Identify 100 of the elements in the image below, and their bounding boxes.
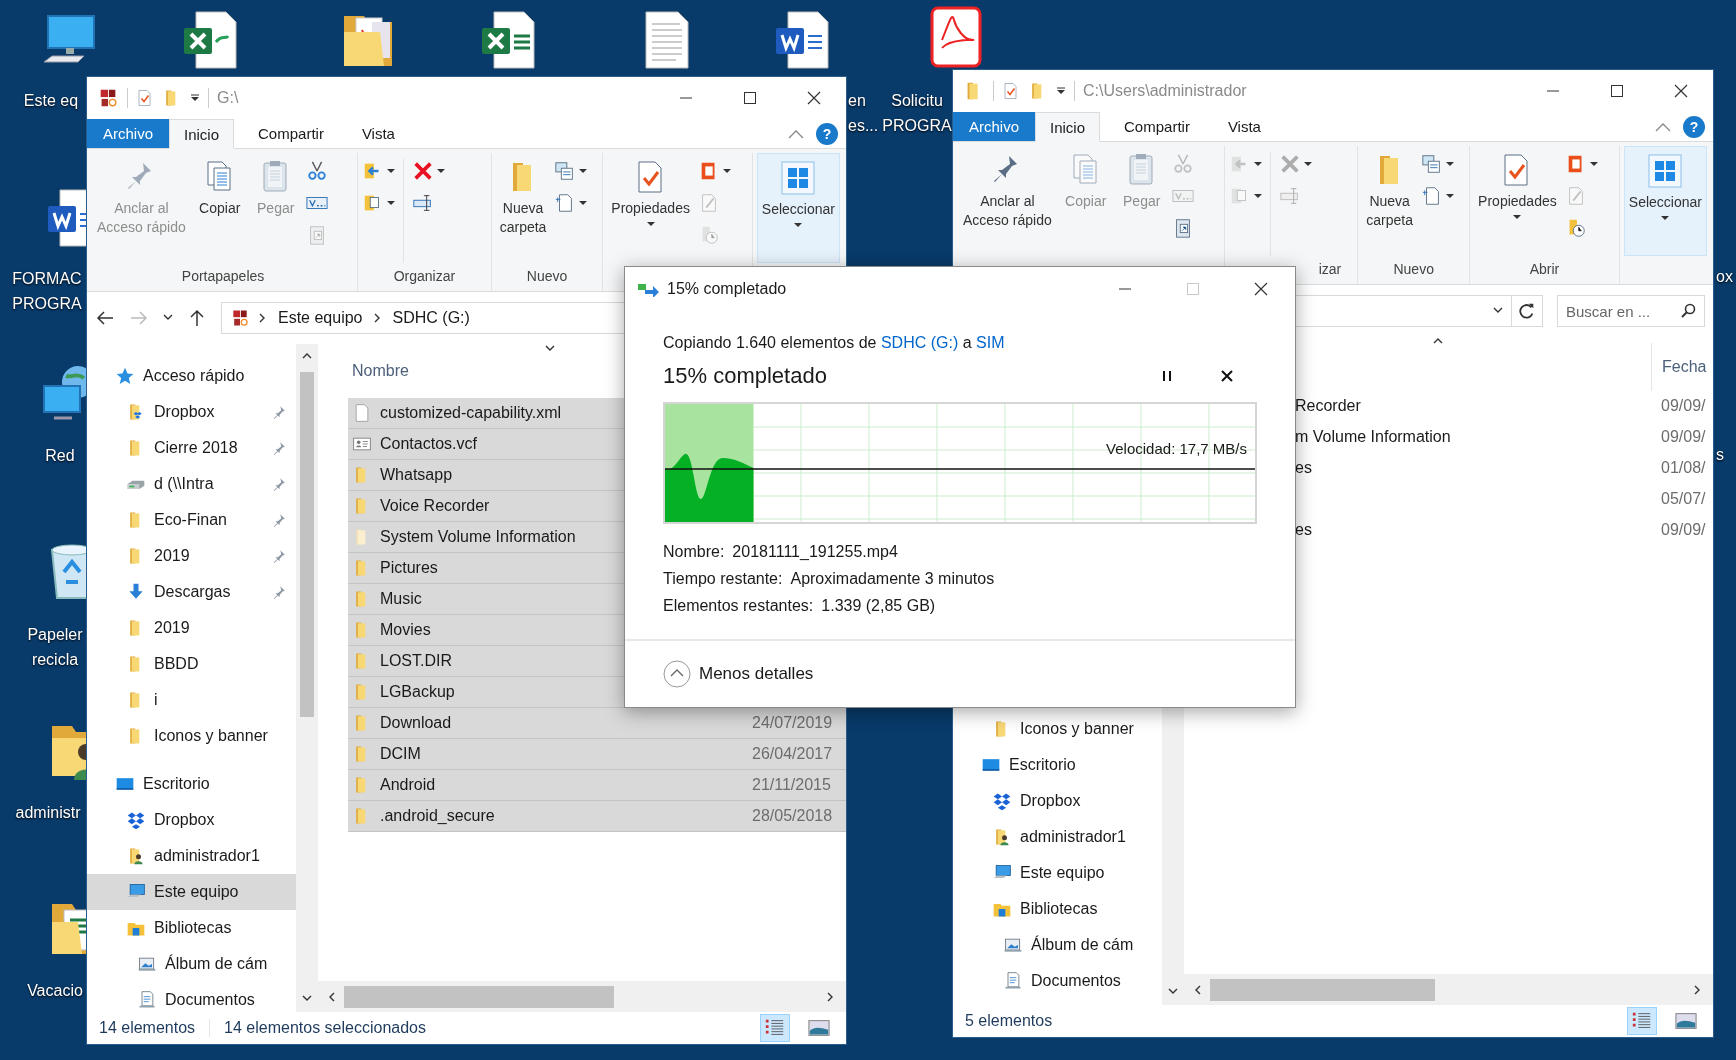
properties-button[interactable] [1002,82,1020,100]
nav-item[interactable]: administrador1 [953,819,1162,855]
nav-item[interactable]: Iconos y banner [87,718,296,754]
location-link[interactable]: SDHC (G:) [880,334,959,351]
file-name: DCIM [380,745,421,763]
ribbon-tab[interactable]: Vista [347,119,409,148]
scissors-icon [1171,153,1194,175]
nav-item[interactable]: Este equipo [87,874,296,910]
close-icon [1254,282,1268,296]
new-item-button[interactable] [1421,152,1454,176]
ribbon-button[interactable]: Nueva carpeta [1362,146,1417,232]
nav-item[interactable]: Este equipo [953,855,1162,891]
ribbon-button[interactable]: Propiedades [607,153,694,228]
scissors-icon [305,160,328,182]
properties-button[interactable] [136,89,154,107]
scrollbar-thumb[interactable] [1210,978,1435,1001]
file-row[interactable]: Android 21/11/2015 [348,770,846,801]
icon-label: Red [44,446,76,466]
nav-item[interactable]: d (\\Intra [87,466,296,502]
caret-icon [437,169,446,173]
nav-item[interactable]: Bibliotecas [953,891,1162,927]
column-header[interactable]: Nombre [352,362,409,380]
group-label: Nuevo [526,268,568,284]
ribbon-button[interactable]: Copiar [193,153,246,220]
refresh-icon[interactable] [1518,302,1536,320]
rename-icon [1278,185,1301,207]
ribbon-button[interactable]: Seleccionar [756,153,840,263]
star-icon [115,366,135,386]
caret-icon [387,201,396,205]
properties-icon [1002,82,1020,100]
nav-item[interactable]: Iconos y banner [953,711,1162,747]
file-row[interactable]: DCIM 26/04/2017 [348,739,846,770]
date-modified: 24/07/2019 [752,714,833,731]
nav-item[interactable]: i [87,682,296,718]
scissors-button[interactable] [305,159,328,183]
date-modified: 09/09/ [1661,397,1706,414]
file-row[interactable]: .android_secure 28/05/2018 [348,801,846,832]
help-button[interactable]: ? [1683,115,1705,138]
new-item-button[interactable] [554,159,588,183]
location-link[interactable]: SIM [976,334,1005,351]
file-name: Recorder [1295,397,1361,415]
scrollbar-thumb[interactable] [300,372,314,717]
dialog-title: 15% completado [667,280,787,298]
select-icon [780,160,817,196]
nav-item[interactable]: Documentos [87,982,296,1012]
ribbon-tab[interactable]: Compartir [244,119,338,148]
ribbon-tab[interactable]: Compartir [1110,112,1204,141]
customize-toolbar-button[interactable] [1056,87,1066,95]
file-name: Download [380,714,452,732]
close-icon [1220,369,1234,383]
ribbon-button[interactable]: Propiedades [1474,146,1561,221]
ribbon-button[interactable]: Anclar al Acceso rápido [959,146,1056,232]
collapse-ribbon-icon[interactable] [1655,121,1671,132]
file-name: es [1295,459,1312,477]
ribbon-button[interactable]: Seleccionar [1623,146,1707,256]
nav-item[interactable]: Escritorio [953,747,1162,783]
nav-item[interactable]: Álbum de cám [953,927,1162,963]
nav-item[interactable]: Documentos [953,963,1162,999]
close-icon [807,91,821,105]
nav-item[interactable]: Dropbox [87,802,296,838]
nav-item[interactable]: administrador1 [87,838,296,874]
nav-item[interactable]: Dropbox [953,783,1162,819]
nav-item[interactable]: Acceso rápido [87,358,296,394]
details-view-button[interactable] [1627,1007,1657,1035]
caret-icon [1446,162,1454,166]
ribbon-tab[interactable]: Vista [1213,112,1275,141]
nav-item[interactable]: 2019 [87,610,296,646]
file-menu-tab[interactable]: Archivo [953,112,1035,141]
nav-item[interactable]: Descargas [87,574,296,610]
column-header[interactable]: Fecha [1662,358,1707,376]
nav-item[interactable]: Dropbox [87,394,296,430]
collapse-ribbon-icon[interactable] [788,128,804,139]
ribbon-tab[interactable]: Inicio [1035,112,1101,142]
details-view-button[interactable] [760,1014,790,1042]
nav-item[interactable]: 2019 [87,538,296,574]
nav-item[interactable]: Escritorio [87,766,296,802]
search-field[interactable]: Buscar en ... [1557,295,1705,327]
breadcrumb[interactable]: SDHC (G:) [390,309,472,327]
date-modified: 28/05/2018 [752,807,833,824]
chevron-up-icon [663,660,691,688]
scrollbar-thumb[interactable] [344,985,614,1008]
preview-view-icon [808,1017,830,1039]
icon-label: Este eq [22,91,80,111]
file-name: LOST.DIR [380,652,452,670]
nav-item[interactable]: Cierre 2018 [87,430,296,466]
nav-item[interactable]: Bibliotecas [87,910,296,946]
nav-item[interactable]: Álbum de cám [87,946,296,982]
search-icon[interactable] [1680,303,1696,319]
file-menu-tab[interactable]: Archivo [87,119,169,148]
nav-item[interactable]: BBDD [87,646,296,682]
ribbon-button[interactable]: Nueva carpeta [495,153,551,239]
customize-toolbar-button[interactable] [190,94,200,102]
help-button[interactable]: ? [816,122,838,145]
file-row[interactable]: Download 24/07/2019 [348,708,846,739]
dropbox-icon [992,791,1012,811]
ribbon-tab[interactable]: Inicio [169,119,235,149]
easy-access-button[interactable] [1421,184,1454,208]
easy-access-button[interactable] [554,191,588,215]
nav-item[interactable]: Eco-Finan [87,502,296,538]
breadcrumb[interactable]: Este equipo [276,309,365,327]
